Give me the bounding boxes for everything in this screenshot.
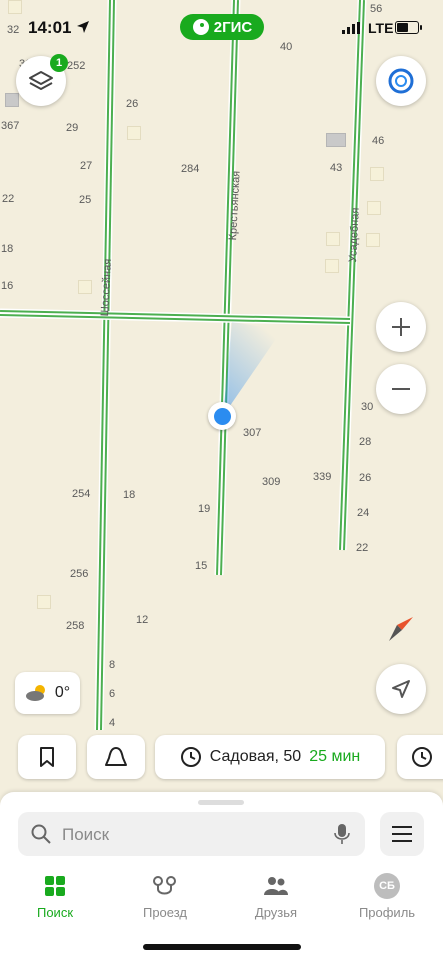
route-chip-next[interactable]: [397, 735, 443, 779]
building: [366, 233, 380, 247]
house-number: 15: [195, 560, 208, 572]
building: [78, 280, 92, 294]
navigation-arrow-icon: [392, 680, 410, 698]
tab-label: Профиль: [358, 905, 416, 920]
house-number: 19: [198, 503, 211, 515]
house-number: 367: [1, 120, 20, 132]
search-icon: [31, 824, 51, 844]
building: [367, 201, 381, 215]
house-number: 6: [109, 688, 116, 700]
house-number: 22: [356, 542, 369, 554]
building: [5, 93, 19, 107]
building: [326, 232, 340, 246]
brand-logo: 2ГИС: [180, 14, 264, 40]
bell-icon: [105, 747, 127, 766]
bottom-sheet: Поиск Поиск Проезд Друзья СБ Профиль: [0, 792, 443, 960]
house-number: 43: [330, 162, 343, 174]
clock-icon: [180, 747, 201, 767]
tab-search[interactable]: Поиск: [10, 872, 100, 920]
status-bar: 14:01 2ГИС LTE: [0, 14, 443, 44]
tab-friends[interactable]: Друзья: [231, 872, 321, 920]
route-destination: Садовая, 50: [209, 748, 302, 765]
bookmark-icon: [40, 747, 54, 767]
home-indicator: [143, 944, 301, 950]
house-number: 254: [72, 488, 91, 500]
house-number: 24: [357, 507, 370, 519]
house-number: 30: [361, 401, 374, 413]
house-number: 258: [66, 620, 85, 632]
building: [326, 133, 346, 147]
weather-widget[interactable]: 0°: [15, 672, 80, 714]
location-arrow-icon: [77, 21, 89, 33]
assistant-icon: [388, 68, 414, 94]
house-number: 18: [123, 489, 136, 501]
network-type: LTE: [368, 20, 394, 36]
menu-button[interactable]: [380, 812, 424, 856]
house-number: 339: [313, 471, 332, 483]
grid-icon: [45, 876, 65, 896]
building: [127, 126, 141, 140]
house-number: 25: [79, 194, 92, 206]
tab-label: Поиск: [36, 905, 74, 920]
house-number: 8: [109, 659, 116, 671]
building: [370, 167, 384, 181]
tab-bar: Поиск Проезд Друзья СБ Профиль: [0, 872, 443, 932]
house-number: 28: [359, 436, 372, 448]
route-chip[interactable]: Садовая, 50 25 мин: [155, 735, 385, 779]
bookmarks-button[interactable]: [18, 735, 76, 779]
assistant-button[interactable]: [376, 56, 426, 106]
house-number: 29: [66, 122, 79, 134]
sheet-grabber[interactable]: [198, 800, 244, 805]
microphone-icon[interactable]: [334, 823, 350, 845]
layers-badge: 1: [50, 54, 68, 72]
house-number: 284: [181, 163, 200, 175]
house-number: 27: [80, 160, 93, 172]
zoom-out-button[interactable]: [376, 364, 426, 414]
route-duration: 25 мин: [309, 748, 361, 765]
house-number: 18: [1, 243, 14, 255]
tab-profile[interactable]: СБ Профиль: [342, 872, 432, 920]
friends-icon: [264, 877, 288, 895]
route-icon: [153, 876, 176, 895]
house-number: 46: [372, 135, 385, 147]
tab-label: Проезд: [142, 905, 187, 920]
compass-button[interactable]: [380, 608, 422, 650]
house-number: 26: [359, 472, 372, 484]
layers-icon: [29, 71, 53, 90]
brand-name: 2ГИС: [213, 18, 253, 36]
house-number: 252: [67, 60, 86, 72]
zoom-in-button[interactable]: [376, 302, 426, 352]
building: [37, 595, 51, 609]
tab-label: Друзья: [254, 905, 298, 920]
current-location-marker: [208, 402, 236, 430]
building: [8, 0, 22, 14]
house-number: 4: [109, 717, 116, 729]
house-number: 16: [1, 280, 14, 292]
signal-icon: [342, 22, 360, 34]
notifications-button[interactable]: [87, 735, 145, 779]
house-number: 12: [136, 614, 149, 626]
cloud-sun-icon: [25, 685, 45, 701]
search-input[interactable]: Поиск: [18, 812, 365, 856]
plus-icon: [392, 318, 410, 336]
2gis-bird-icon: [192, 19, 209, 35]
house-number: 256: [70, 568, 89, 580]
temperature: 0°: [54, 684, 71, 701]
battery-icon: [395, 21, 422, 34]
house-number: 309: [262, 476, 281, 488]
menu-icon: [392, 826, 412, 842]
compass-icon: [389, 617, 413, 641]
building: [325, 259, 339, 273]
tab-route[interactable]: Проезд: [120, 872, 210, 920]
house-number: 26: [126, 98, 139, 110]
clock-icon: [412, 747, 432, 767]
house-number: 22: [2, 193, 15, 205]
search-placeholder: Поиск: [62, 825, 110, 844]
avatar: СБ: [374, 873, 400, 899]
house-number: 307: [243, 427, 262, 439]
my-location-button[interactable]: [376, 664, 426, 714]
clock: 14:01: [28, 18, 72, 37]
minus-icon: [392, 388, 410, 390]
